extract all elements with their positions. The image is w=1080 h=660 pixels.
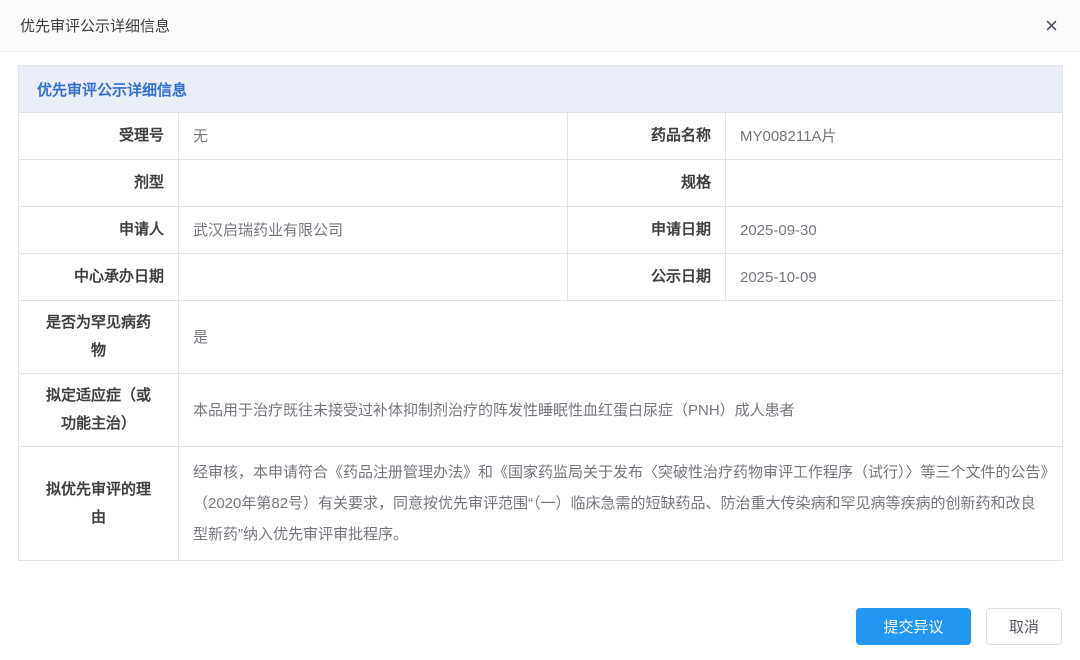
field-value-proposed-indication: 本品用于治疗既往未接受过补体抑制剂治疗的阵发性睡眠性血红蛋白尿症（PNH）成人患… (179, 374, 1063, 447)
dialog-body: 优先审评公示详细信息 受理号 无 药品名称 MY008211A片 剂型 规格 申… (0, 52, 1080, 561)
field-label-applicant: 申请人 (19, 207, 179, 254)
field-value-acceptance-number: 无 (179, 113, 568, 160)
field-label-dosage-form: 剂型 (19, 160, 179, 207)
field-label-priority-review-reason: 拟优先审评的理由 (19, 447, 179, 561)
field-label-drug-name: 药品名称 (568, 113, 726, 160)
submit-objection-button[interactable]: 提交异议 (856, 608, 971, 645)
cancel-button[interactable]: 取消 (986, 608, 1062, 645)
close-icon[interactable]: × (1045, 15, 1058, 37)
field-label-specification: 规格 (568, 160, 726, 207)
field-value-application-date: 2025-09-30 (726, 207, 1063, 254)
field-label-center-acceptance-date: 中心承办日期 (19, 254, 179, 301)
table-row: 剂型 规格 (19, 160, 1063, 207)
field-value-publicity-date: 2025-10-09 (726, 254, 1063, 301)
field-value-specification (726, 160, 1063, 207)
field-value-priority-review-reason: 经审核，本申请符合《药品注册管理办法》和《国家药监局关于发布〈突破性治疗药物审评… (179, 447, 1063, 561)
field-label-publicity-date: 公示日期 (568, 254, 726, 301)
table-header: 优先审评公示详细信息 (19, 66, 1063, 113)
dialog-title: 优先审评公示详细信息 (20, 15, 170, 36)
details-table: 优先审评公示详细信息 受理号 无 药品名称 MY008211A片 剂型 规格 申… (18, 65, 1063, 561)
table-row: 拟定适应症（或功能主治） 本品用于治疗既往未接受过补体抑制剂治疗的阵发性睡眠性血… (19, 374, 1063, 447)
table-row: 拟优先审评的理由 经审核，本申请符合《药品注册管理办法》和《国家药监局关于发布〈… (19, 447, 1063, 561)
dialog-footer: 提交异议 取消 (856, 608, 1062, 645)
field-value-drug-name: MY008211A片 (726, 113, 1063, 160)
field-value-rare-disease: 是 (179, 301, 1063, 374)
field-label-rare-disease: 是否为罕见病药物 (19, 301, 179, 374)
table-row: 申请人 武汉启瑞药业有限公司 申请日期 2025-09-30 (19, 207, 1063, 254)
table-row: 是否为罕见病药物 是 (19, 301, 1063, 374)
table-row: 受理号 无 药品名称 MY008211A片 (19, 113, 1063, 160)
field-value-applicant: 武汉启瑞药业有限公司 (179, 207, 568, 254)
field-label-application-date: 申请日期 (568, 207, 726, 254)
field-label-proposed-indication: 拟定适应症（或功能主治） (19, 374, 179, 447)
field-label-acceptance-number: 受理号 (19, 113, 179, 160)
field-value-dosage-form (179, 160, 568, 207)
dialog-titlebar: 优先审评公示详细信息 × (0, 0, 1080, 52)
field-value-center-acceptance-date (179, 254, 568, 301)
table-row: 中心承办日期 公示日期 2025-10-09 (19, 254, 1063, 301)
